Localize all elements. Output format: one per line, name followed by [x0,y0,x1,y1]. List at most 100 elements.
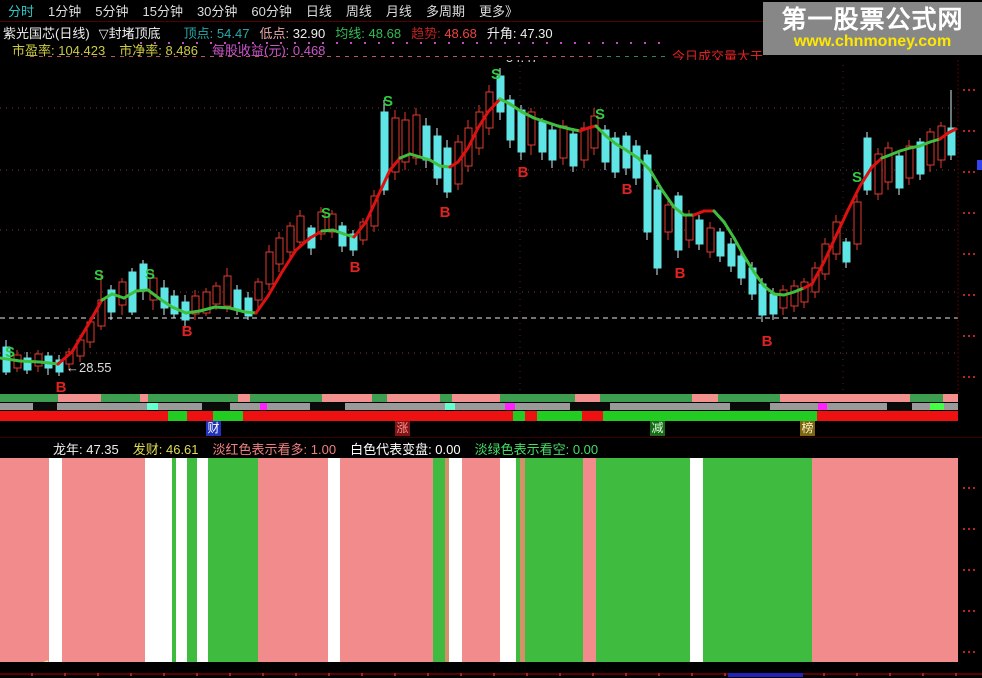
ribbon-segment [147,403,158,410]
ribbon-segment [445,403,455,410]
ribbon-segment [600,394,692,402]
buy-marker: B [56,379,67,394]
bottom-tick-marks [0,673,958,676]
indicator-field: 均线: 48.68 [335,26,402,41]
menu-item-2[interactable]: 1分钟 [48,1,81,20]
ribbon-segment [515,403,570,410]
menu-item-5[interactable]: 30分钟 [197,1,237,20]
ribbon-segment [33,403,57,410]
menu-item-10[interactable]: 多周期 [426,1,465,20]
panel-header-field: 发财: 46.61 [132,441,199,457]
ribbon-segment [575,394,600,402]
menu-item-7[interactable]: 日线 [306,1,332,20]
ribbon-segment [943,394,958,402]
peak-price-label: 54.47 [506,60,539,65]
ribbon-segment [500,394,575,402]
sell-marker: S [94,267,104,284]
long-short-stripe-panel[interactable] [0,458,982,662]
sell-marker: S [5,344,15,361]
sell-marker: S [383,93,393,110]
ribbon-segment [912,403,930,410]
ribbon-segment [718,394,780,402]
panel-header-field: 白色代表变盘: 0.00 [350,441,461,457]
horizontal-scrollbar-thumb[interactable] [728,673,803,677]
ribbon-segment [455,403,505,410]
ribbon-segment [57,403,147,410]
ribbon-segment [780,394,910,402]
sell-marker: S [595,106,605,123]
panel-header-field: 淡绿色表示看空: 0.00 [474,441,599,457]
ribbon-label-band: 财涨减榜 [0,421,982,437]
ribbon-segment [610,403,730,410]
ribbon-segment [387,394,440,402]
ribbon-label-榜: 榜 [800,421,815,436]
dashed-decor-teal [598,56,668,57]
sell-marker: S [491,66,501,83]
menu-item-3[interactable]: 5分钟 [95,1,128,20]
ribbon-segment [158,403,202,410]
sell-marker: S [852,169,862,186]
ribbon-segment [267,403,310,410]
buy-marker: B [622,181,633,198]
ribbon-segment [148,394,238,402]
ribbon-segment [372,394,387,402]
ribbon-segment [910,394,943,402]
buy-marker: B [518,164,529,181]
ribbon-segment [452,394,500,402]
sell-marker: S [145,266,155,283]
ribbon-segment [818,403,827,410]
ribbon-segment [322,394,372,402]
menu-item-4[interactable]: 15分钟 [142,1,182,20]
ribbon-segment [930,403,944,410]
dashed-decor-pink [30,56,598,57]
watermark-logo: 第一股票公式网 www.chnmoney.com [763,2,982,55]
ribbon-segment [260,403,267,410]
buy-marker: B [350,259,361,276]
window-bottom-bar [0,662,982,678]
dotted-decor-magenta [140,42,660,44]
ribbon-segment [250,394,322,402]
ribbon-segment [310,403,345,410]
low-price-label: ←28.55 [66,360,112,375]
menu-item-1[interactable]: 分时 [8,1,34,20]
candlestick-chart[interactable]: S S S S S S S S B B B B B B B B 54.47 ←28.55 [0,60,982,394]
ribbon-segment [101,394,140,402]
ribbon-segment [140,394,148,402]
menu-item-6[interactable]: 60分钟 [251,1,291,20]
ribbon-segment [0,403,33,410]
ribbon-segment [887,403,912,410]
ribbon-segment [238,394,250,402]
menu-item-11[interactable]: 更多》 [479,1,518,20]
ribbon-segment [202,403,230,410]
sell-marker: S [321,205,331,222]
logo-url: www.chnmoney.com [793,32,952,50]
ribbon-segment [730,403,770,410]
buy-marker: B [762,333,773,350]
ribbon-segment [770,403,818,410]
indicator-field: 趋势: 48.68 [411,26,477,41]
ribbon-segment [230,403,260,410]
logo-title: 第一股票公式网 [781,5,964,34]
trading-app-window: { "menu": { "items": [ {"label":"分时","ac… [0,0,982,678]
buy-marker: B [675,265,686,282]
panel-header-field: 龙年: 47.35 [53,441,119,457]
ribbon-segment [505,403,515,410]
indicator-field: 升角: 47.30 [486,26,553,41]
ribbon-segment [58,394,101,402]
ribbon-segment [345,403,445,410]
menu-item-8[interactable]: 周线 [346,1,372,20]
ribbon-label-财: 财 [206,421,221,436]
ribbon-segment [0,394,58,402]
ribbon-segment [440,394,452,402]
ribbon-label-涨: 涨 [395,421,410,436]
ribbon-segment [570,403,610,410]
buy-marker: B [182,323,193,340]
buy-marker: B [440,204,451,221]
bottom-indicator-selector[interactable]: ▽多空 [3,439,39,458]
panel-header-field: 淡红色表示看多: 1.00 [212,441,337,457]
ribbon-segment [692,394,718,402]
ribbon-label-减: 减 [650,421,665,436]
ribbon-segment [944,403,958,410]
bottom-panel-header: ▽多空 龙年: 47.35 发财: 46.61 淡红色表示看多: 1.00 白色代表变… [0,437,982,458]
menu-item-9[interactable]: 月线 [386,1,412,20]
